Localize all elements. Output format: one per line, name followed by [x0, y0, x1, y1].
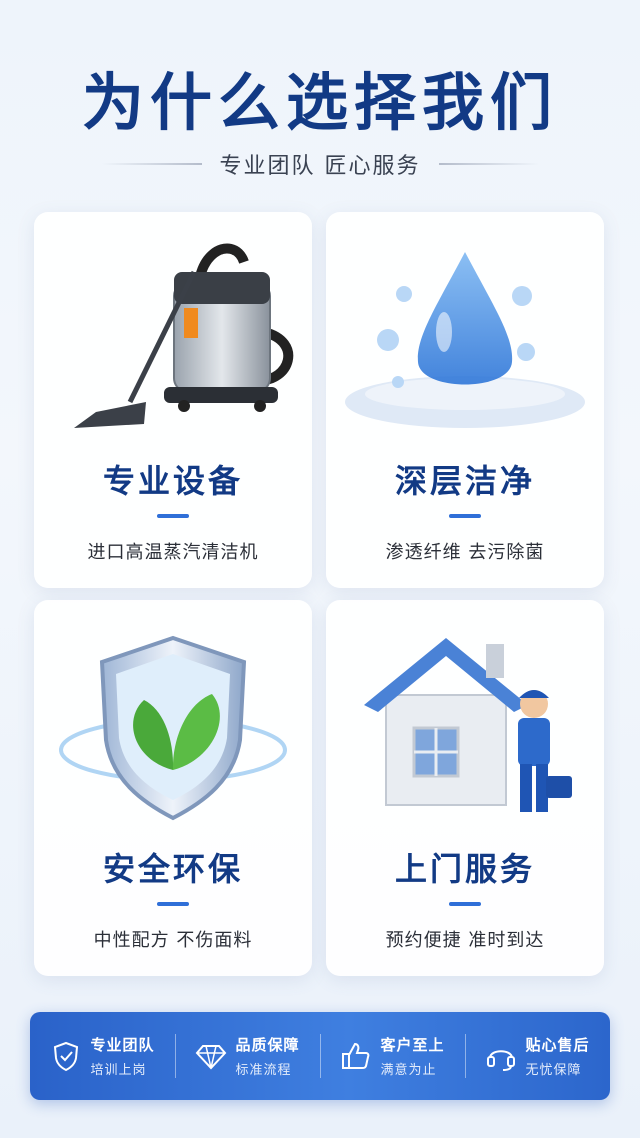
- feature-title: 品质保障: [235, 1036, 300, 1054]
- card-eco-safe[interactable]: 安全环保 中性配方 不伤面料: [34, 600, 312, 976]
- thumbs-up-icon: [342, 1042, 370, 1069]
- card-title: 专业设备: [102, 462, 243, 500]
- feature-sub: 培训上岗: [90, 1063, 147, 1078]
- headset-icon: [487, 1050, 516, 1071]
- card-desc: 预约便捷 准时到达: [385, 930, 545, 951]
- feature-team[interactable]: 专业团队 培训上岗: [30, 1012, 175, 1100]
- card-desc: 进口高温蒸汽清洁机: [87, 542, 259, 563]
- card-accent-bar: [449, 902, 481, 906]
- card-equipment[interactable]: 专业设备 进口高温蒸汽清洁机: [34, 212, 312, 588]
- divider-right: [438, 163, 539, 165]
- feature-aftersales[interactable]: 贴心售后 无忧保障: [465, 1012, 610, 1100]
- card-home-service[interactable]: 上门服务 预约便捷 准时到达: [326, 600, 604, 976]
- card-title: 深层洁净: [394, 462, 535, 500]
- feature-title: 贴心售后: [525, 1036, 590, 1054]
- card-title: 安全环保: [102, 850, 243, 888]
- card-accent-bar: [157, 514, 189, 518]
- card-accent-bar: [157, 902, 189, 906]
- diamond-icon: [196, 1045, 227, 1070]
- card-accent-bar: [449, 514, 481, 518]
- house-worker-icon: [364, 638, 572, 812]
- feature-quality[interactable]: 品质保障 标准流程: [175, 1012, 320, 1100]
- page-subtitle: 专业团队 匠心服务: [219, 154, 421, 179]
- shield-check-icon: [54, 1041, 79, 1072]
- leaf-shield-icon: [59, 635, 287, 821]
- water-drop-icon: [345, 252, 585, 428]
- feature-title: 专业团队: [90, 1036, 155, 1054]
- feature-title: 客户至上: [380, 1036, 445, 1054]
- vacuum-cleaner-icon: [74, 243, 294, 428]
- feature-customer[interactable]: 客户至上 满意为止: [320, 1012, 465, 1100]
- page-title: 为什么选择我们: [81, 66, 558, 139]
- card-desc: 渗透纤维 去污除菌: [385, 542, 545, 563]
- card-title: 上门服务: [394, 850, 535, 888]
- features-banner: 专业团队 培训上岗 品质保障 标准流程 客户至上 满意为止 贴心售后 无忧保障: [30, 1012, 610, 1100]
- feature-sub: 无忧保障: [525, 1063, 582, 1078]
- feature-sub: 满意为止: [380, 1063, 437, 1078]
- card-deep-clean[interactable]: 深层洁净 渗透纤维 去污除菌: [326, 212, 604, 588]
- divider-left: [101, 163, 202, 165]
- card-desc: 中性配方 不伤面料: [93, 930, 253, 951]
- feature-sub: 标准流程: [235, 1063, 292, 1078]
- subtitle-row: 专业团队 匠心服务: [0, 148, 640, 180]
